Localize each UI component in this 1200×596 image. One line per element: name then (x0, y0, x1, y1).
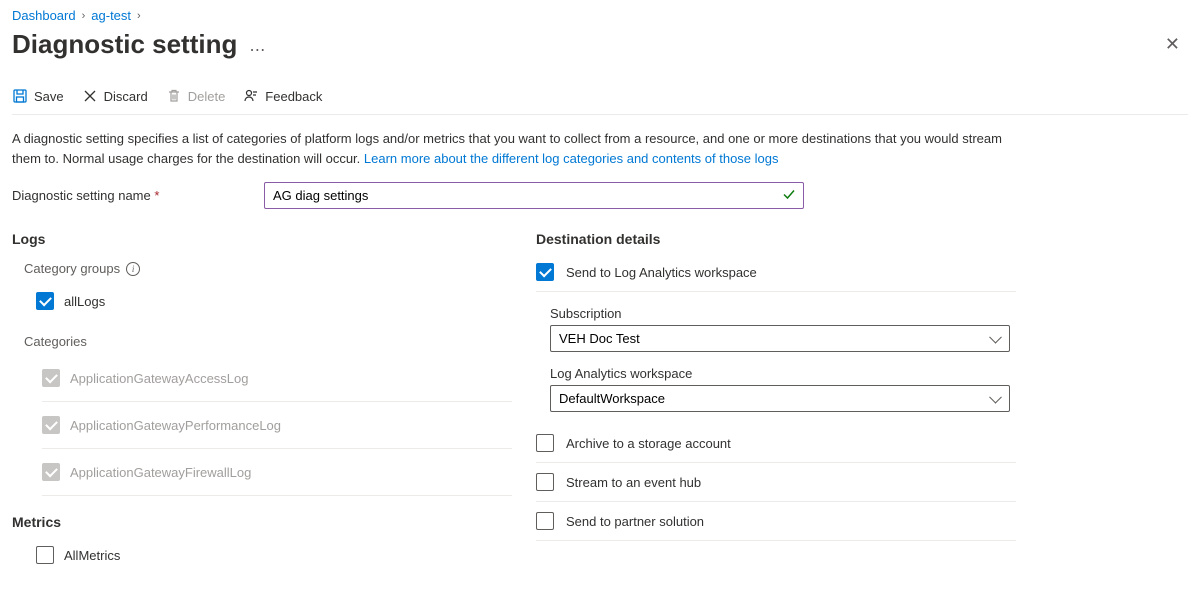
category-checkbox-firewalllog (42, 463, 60, 481)
breadcrumb-dashboard[interactable]: Dashboard (12, 8, 76, 23)
feedback-icon (243, 88, 259, 104)
category-item: ApplicationGatewayFirewallLog (42, 449, 512, 496)
logs-heading: Logs (12, 231, 512, 247)
category-checkbox-perflog (42, 416, 60, 434)
category-checkbox-accesslog (42, 369, 60, 387)
setting-name-input-wrap (264, 182, 804, 209)
discard-label: Discard (104, 89, 148, 104)
close-icon[interactable]: ✕ (1157, 30, 1188, 59)
description-text: A diagnostic setting specifies a list of… (12, 129, 1012, 168)
partner-label: Send to partner solution (566, 514, 704, 529)
destination-heading: Destination details (536, 231, 1016, 247)
logs-column: Logs Category groups i allLogs Categorie… (12, 231, 512, 570)
workspace-select[interactable] (550, 385, 1010, 412)
partner-checkbox[interactable] (536, 512, 554, 530)
delete-button: Delete (166, 88, 226, 104)
eventhub-row: Stream to an event hub (536, 463, 1016, 502)
workspace-select-wrap (550, 385, 1010, 412)
allmetrics-row: AllMetrics (36, 540, 512, 570)
allmetrics-checkbox[interactable] (36, 546, 54, 564)
save-icon (12, 88, 28, 104)
toolbar: Save Discard Delete Feedback (12, 82, 1188, 115)
subscription-field: Subscription (550, 306, 1016, 352)
checkmark-icon (782, 187, 796, 204)
name-row: Diagnostic setting name * (12, 182, 1188, 209)
archive-row: Archive to a storage account (536, 432, 1016, 463)
category-groups-label: Category groups i (24, 261, 512, 276)
categories-label: Categories (24, 334, 512, 349)
dest-group-bottom: Archive to a storage account Stream to a… (536, 432, 1016, 541)
subscription-label: Subscription (550, 306, 1016, 321)
save-button[interactable]: Save (12, 88, 64, 104)
send-to-la-label: Send to Log Analytics workspace (566, 265, 757, 280)
archive-label: Archive to a storage account (566, 436, 731, 451)
category-label: ApplicationGatewayPerformanceLog (70, 418, 281, 433)
trash-icon (166, 88, 182, 104)
metrics-heading: Metrics (12, 514, 512, 530)
columns: Logs Category groups i allLogs Categorie… (12, 231, 1188, 570)
archive-checkbox[interactable] (536, 434, 554, 452)
allmetrics-label: AllMetrics (64, 548, 120, 563)
eventhub-checkbox[interactable] (536, 473, 554, 491)
category-item: ApplicationGatewayAccessLog (42, 355, 512, 402)
workspace-label: Log Analytics workspace (550, 366, 1016, 381)
chevron-right-icon: › (82, 10, 86, 22)
title-left: Diagnostic setting ⋯ (12, 29, 266, 60)
workspace-field: Log Analytics workspace (550, 366, 1016, 412)
close-icon (82, 88, 98, 104)
required-star: * (154, 188, 159, 203)
setting-name-label: Diagnostic setting name * (12, 188, 264, 203)
send-to-la-row: Send to Log Analytics workspace (536, 261, 1016, 292)
setting-name-input[interactable] (264, 182, 804, 209)
alllogs-label: allLogs (64, 294, 105, 309)
category-item: ApplicationGatewayPerformanceLog (42, 402, 512, 449)
page-title: Diagnostic setting (12, 29, 237, 60)
breadcrumb-ag-test[interactable]: ag-test (91, 8, 131, 23)
more-icon[interactable]: ⋯ (249, 40, 266, 60)
save-label: Save (34, 89, 64, 104)
category-label: ApplicationGatewayAccessLog (70, 371, 249, 386)
breadcrumb: Dashboard › ag-test › (12, 8, 1188, 23)
partner-row: Send to partner solution (536, 502, 1016, 541)
destination-column: Destination details Send to Log Analytic… (536, 231, 1016, 570)
category-label: ApplicationGatewayFirewallLog (70, 465, 251, 480)
alllogs-checkbox[interactable] (36, 292, 54, 310)
chevron-right-icon: › (137, 10, 141, 22)
title-row: Diagnostic setting ⋯ ✕ (12, 29, 1188, 60)
feedback-label: Feedback (265, 89, 322, 104)
feedback-button[interactable]: Feedback (243, 88, 322, 104)
learn-more-link[interactable]: Learn more about the different log categ… (364, 151, 779, 166)
subscription-select[interactable] (550, 325, 1010, 352)
subscription-select-wrap (550, 325, 1010, 352)
delete-label: Delete (188, 89, 226, 104)
eventhub-label: Stream to an event hub (566, 475, 701, 490)
info-icon[interactable]: i (126, 262, 140, 276)
discard-button[interactable]: Discard (82, 88, 148, 104)
send-to-la-checkbox[interactable] (536, 263, 554, 281)
alllogs-row: allLogs (36, 286, 512, 316)
